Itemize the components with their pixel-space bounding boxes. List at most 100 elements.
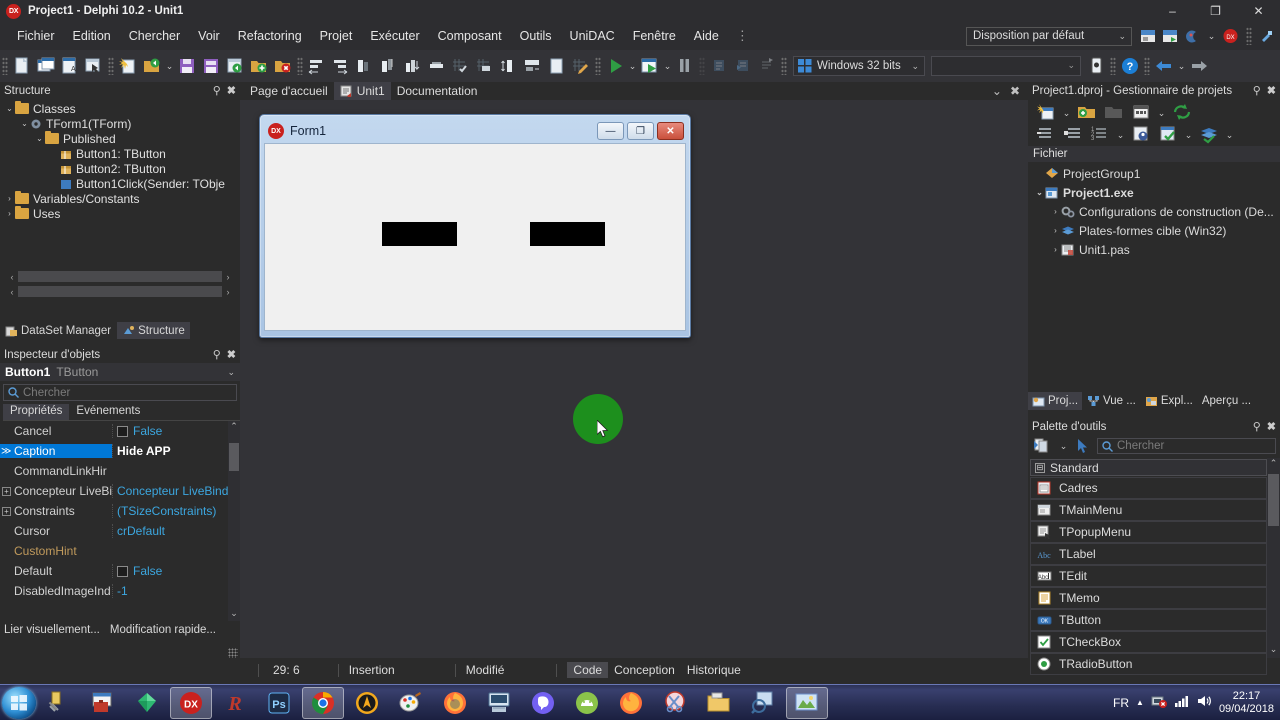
viber-icon[interactable] <box>522 687 564 719</box>
tab-projets[interactable]: Proj... <box>1028 392 1083 410</box>
clock[interactable]: 22:17 09/04/2018 <box>1219 690 1274 716</box>
config-combo[interactable]: ⌄ <box>931 56 1081 76</box>
property-row-cursor[interactable]: Cursor crDefault <box>0 521 240 541</box>
set-active-icon[interactable] <box>1157 124 1179 146</box>
button1-redacted[interactable] <box>382 222 457 246</box>
button2-redacted[interactable] <box>530 222 605 246</box>
new-blank-doc-icon[interactable] <box>546 55 568 77</box>
scroll-up-icon[interactable]: ⌃ <box>1267 458 1280 472</box>
chevron-right-icon[interactable]: › <box>4 209 15 218</box>
snipping-tool-icon[interactable] <box>654 687 696 719</box>
resize-grip[interactable] <box>228 648 238 658</box>
toolbar-grip[interactable] <box>108 57 114 75</box>
close-icon[interactable]: ✖ <box>227 84 236 97</box>
trace-into-icon[interactable] <box>732 55 754 77</box>
start-button[interactable] <box>2 686 36 719</box>
property-row-livebinding[interactable]: + Concepteur LiveBi Concepteur LiveBind <box>0 481 240 501</box>
close-icon[interactable]: ✖ <box>227 348 236 361</box>
project-node-build-configs[interactable]: › Configurations de construction (De... <box>1028 202 1280 221</box>
close-icon[interactable]: ✖ <box>1010 84 1020 98</box>
platform-combo[interactable]: Windows 32 bits ⌄ <box>793 56 925 76</box>
menu-overflow-icon[interactable]: ⋮ <box>728 28 758 44</box>
form-designer-surface[interactable]: DX Form1 — ❐ ✕ <box>240 100 1028 658</box>
view-tab-historique[interactable]: Historique <box>681 662 747 678</box>
tree-node-tform1[interactable]: ⌄ TForm1(TForm) <box>0 116 240 131</box>
align-bottom-icon[interactable] <box>402 55 424 77</box>
palette-category-standard[interactable]: ⊟ Standard <box>1030 459 1267 476</box>
chevron-down-icon[interactable]: ⌄ <box>34 134 45 143</box>
toolbar-grip[interactable] <box>1246 27 1252 45</box>
toolbar-grip[interactable] <box>297 57 303 75</box>
photoshop-icon[interactable]: Ps <box>258 687 300 719</box>
toolbar-grip[interactable] <box>1144 57 1150 75</box>
inspector-search-input[interactable]: Chercher <box>3 384 237 401</box>
close-icon[interactable]: ✕ <box>1237 0 1280 22</box>
show-hidden-icons-icon[interactable]: ▲ <box>1136 698 1144 707</box>
chevron-down-icon[interactable]: ⌄ <box>1156 108 1167 119</box>
pin-icon[interactable]: ⚲ <box>213 84 221 97</box>
expand-icon[interactable]: + <box>2 486 11 496</box>
property-row-disabledimageindex[interactable]: DisabledImageInd -1 <box>0 581 240 601</box>
pin-icon[interactable]: ⚲ <box>213 348 221 361</box>
new-window-icon[interactable] <box>35 55 57 77</box>
chevron-down-icon[interactable]: ⌄ <box>1115 130 1126 141</box>
property-row-constraints[interactable]: + Constraints (TSizeConstraints) <box>0 501 240 521</box>
chevron-down-icon[interactable]: ⌄ <box>992 84 1002 98</box>
forward-arrow-icon[interactable] <box>1188 55 1210 77</box>
photo-viewer-icon[interactable] <box>786 686 828 719</box>
chevron-down-icon[interactable]: ⌄ <box>1206 31 1217 42</box>
link-visually-button[interactable]: Lier visuellement... <box>4 624 100 636</box>
edit-grid-icon[interactable] <box>570 55 592 77</box>
chevron-down-icon[interactable]: ⌄ <box>1224 130 1235 141</box>
tab-evenements[interactable]: Evénements <box>69 404 147 420</box>
chevron-down-icon[interactable]: ⌄ <box>227 367 235 378</box>
scrollbar-thumb[interactable] <box>229 443 239 471</box>
menu-refactoring[interactable]: Refactoring <box>229 25 311 47</box>
tab-proprietes[interactable]: Propriétés <box>3 404 70 420</box>
scroll-up-icon[interactable]: ⌃ <box>228 421 240 434</box>
property-value[interactable]: Hide APP <box>112 444 240 458</box>
step-over-icon[interactable] <box>708 55 730 77</box>
tools-options-icon[interactable] <box>1259 28 1276 44</box>
mobile-device-icon[interactable] <box>1085 55 1107 77</box>
open-file-icon[interactable] <box>224 55 246 77</box>
project-node-projectgroup1[interactable]: ProjectGroup1 <box>1028 164 1280 183</box>
form-close-icon[interactable]: ✕ <box>657 122 684 140</box>
palette-item-tbutton[interactable]: OK TButton <box>1030 609 1267 631</box>
chevron-down-icon[interactable]: ⌄ <box>1058 441 1069 452</box>
menu-chercher[interactable]: Chercher <box>120 25 189 47</box>
project-node-target-platforms[interactable]: › Plates-formes cible (Win32) <box>1028 221 1280 240</box>
property-row-cancel[interactable]: Cancel False <box>0 421 240 441</box>
tree-node-uses[interactable]: › Uses <box>0 206 240 221</box>
property-row-commandlinkhint[interactable]: CommandLinkHir <box>0 461 240 481</box>
tab-page-accueil[interactable]: Page d'accueil <box>244 82 334 100</box>
palette-item-tedit[interactable]: Abc TEdit <box>1030 565 1267 587</box>
tree-node-button1[interactable]: Button1: TButton <box>0 146 240 161</box>
chevron-down-icon[interactable]: ⌄ <box>1034 188 1045 197</box>
apply-layout-icon[interactable] <box>1162 28 1179 44</box>
tree-node-variables[interactable]: › Variables/Constants <box>0 191 240 206</box>
new-project-icon[interactable] <box>117 55 139 77</box>
property-value[interactable]: -1 <box>112 584 240 598</box>
project-node-project1exe[interactable]: ⌄ Project1.exe <box>1028 183 1280 202</box>
build-icon[interactable] <box>1130 102 1152 124</box>
toolbar-grip[interactable] <box>781 57 787 75</box>
avast-icon[interactable] <box>346 687 388 719</box>
keyboard-icon[interactable] <box>478 687 520 719</box>
remove-from-project-icon[interactable] <box>272 55 294 77</box>
tab-vue-modele[interactable]: Vue ... <box>1083 392 1140 410</box>
palette-scrollbar[interactable]: ⌃ ⌄ <box>1267 458 1280 658</box>
palette-item-tlabel[interactable]: Abc TLabel <box>1030 543 1267 565</box>
expand-icon[interactable]: + <box>2 506 11 516</box>
grid-snap-icon[interactable] <box>450 55 472 77</box>
palette-item-tmainmenu[interactable]: TMainMenu <box>1030 499 1267 521</box>
view-source-icon[interactable] <box>1130 124 1152 146</box>
sort-order-icon[interactable]: 123 <box>1089 124 1111 146</box>
structure-hscrollbar-2[interactable]: ‹ › <box>6 285 234 298</box>
property-row-caption[interactable]: ≫ Caption Hide APP <box>0 441 240 461</box>
quick-edit-button[interactable]: Modification rapide... <box>110 624 216 636</box>
tab-explorateur[interactable]: Expl... <box>1140 392 1197 410</box>
toolbar-grip[interactable] <box>595 57 601 75</box>
chevron-down-icon[interactable]: ⌄ <box>1183 130 1194 141</box>
property-value[interactable]: crDefault <box>112 524 240 538</box>
